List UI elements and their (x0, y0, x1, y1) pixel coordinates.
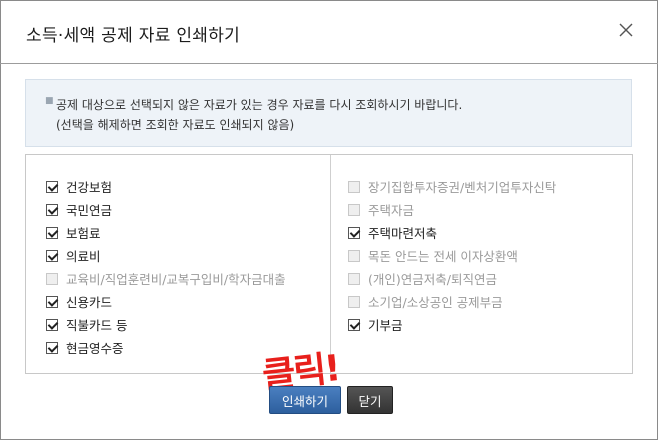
checkbox-unchecked (348, 272, 360, 285)
option-left-2[interactable]: 보험료 (46, 221, 286, 244)
option-label: 주택자금 (368, 203, 415, 218)
option-right-4: (개인)연금저축/퇴직연금 (348, 267, 556, 290)
option-label: 교육비/직업훈련비/교복구입비/학자금대출 (66, 272, 286, 287)
close-button[interactable]: 닫기 (347, 386, 393, 414)
checkbox-checked[interactable] (46, 226, 58, 239)
checkbox-checked[interactable] (46, 180, 58, 193)
option-right-2[interactable]: 주택마련저축 (348, 221, 556, 244)
checkbox-checked[interactable] (348, 226, 360, 239)
option-label: 직불카드 등 (66, 318, 128, 333)
option-right-5: 소기업/소상공인 공제부금 (348, 290, 556, 313)
option-right-0: 장기집합투자증권/벤처기업투자신탁 (348, 175, 556, 198)
option-label: 주택마련저축 (368, 226, 438, 241)
dialog-header: 소득·세액 공제 자료 인쇄하기 (0, 0, 658, 64)
option-left-3[interactable]: 의료비 (46, 244, 286, 267)
option-left-1[interactable]: 국민연금 (46, 198, 286, 221)
notice-line-2: (선택을 해제하면 조회한 자료도 인쇄되지 않음) (56, 118, 295, 132)
option-label: 신용카드 (66, 295, 113, 310)
options-right-column: 장기집합투자증권/벤처기업투자신탁주택자금주택마련저축목돈 안드는 전세 이자상… (348, 175, 556, 336)
checkbox-checked[interactable] (46, 318, 58, 331)
checkbox-checked[interactable] (46, 341, 58, 354)
option-label: 건강보험 (66, 180, 113, 195)
option-left-7[interactable]: 현금영수증 (46, 336, 286, 359)
checkbox-unchecked (46, 272, 58, 285)
checkbox-checked[interactable] (348, 318, 360, 331)
option-left-6[interactable]: 직불카드 등 (46, 313, 286, 336)
option-label: 의료비 (66, 249, 101, 264)
bullet-icon: ■ (45, 96, 54, 106)
option-right-1: 주택자금 (348, 198, 556, 221)
notice-line-1: 공제 대상으로 선택되지 않은 자료가 있는 경우 자료를 다시 조회하시기 바… (56, 98, 463, 112)
checkbox-unchecked (348, 295, 360, 308)
checkbox-unchecked (348, 203, 360, 216)
option-label: (개인)연금저축/퇴직연금 (368, 272, 497, 287)
checkbox-unchecked (348, 180, 360, 193)
options-left-column: 건강보험국민연금보험료의료비교육비/직업훈련비/교복구입비/학자금대출신용카드직… (46, 175, 286, 359)
option-right-3: 목돈 안드는 전세 이자상환액 (348, 244, 556, 267)
option-label: 국민연금 (66, 203, 113, 218)
header-divider (0, 63, 658, 64)
option-label: 소기업/소상공인 공제부금 (368, 295, 503, 310)
checkbox-unchecked (348, 249, 360, 262)
option-label: 장기집합투자증권/벤처기업투자신탁 (368, 180, 557, 195)
option-left-4: 교육비/직업훈련비/교복구입비/학자금대출 (46, 267, 286, 290)
option-label: 목돈 안드는 전세 이자상환액 (368, 249, 518, 264)
option-label: 보험료 (66, 226, 101, 241)
option-left-5[interactable]: 신용카드 (46, 290, 286, 313)
option-left-0[interactable]: 건강보험 (46, 175, 286, 198)
option-label: 기부금 (368, 318, 403, 333)
option-label: 현금영수증 (66, 341, 124, 356)
close-icon[interactable] (614, 18, 638, 42)
notice-box: ■ 공제 대상으로 선택되지 않은 자료가 있는 경우 자료를 다시 조회하시기… (25, 79, 632, 147)
option-right-6[interactable]: 기부금 (348, 313, 556, 336)
checkbox-checked[interactable] (46, 295, 58, 308)
checkbox-checked[interactable] (46, 249, 58, 262)
dialog-title: 소득·세액 공제 자료 인쇄하기 (26, 26, 241, 46)
checkbox-checked[interactable] (46, 203, 58, 216)
print-button[interactable]: 인쇄하기 (269, 386, 341, 414)
